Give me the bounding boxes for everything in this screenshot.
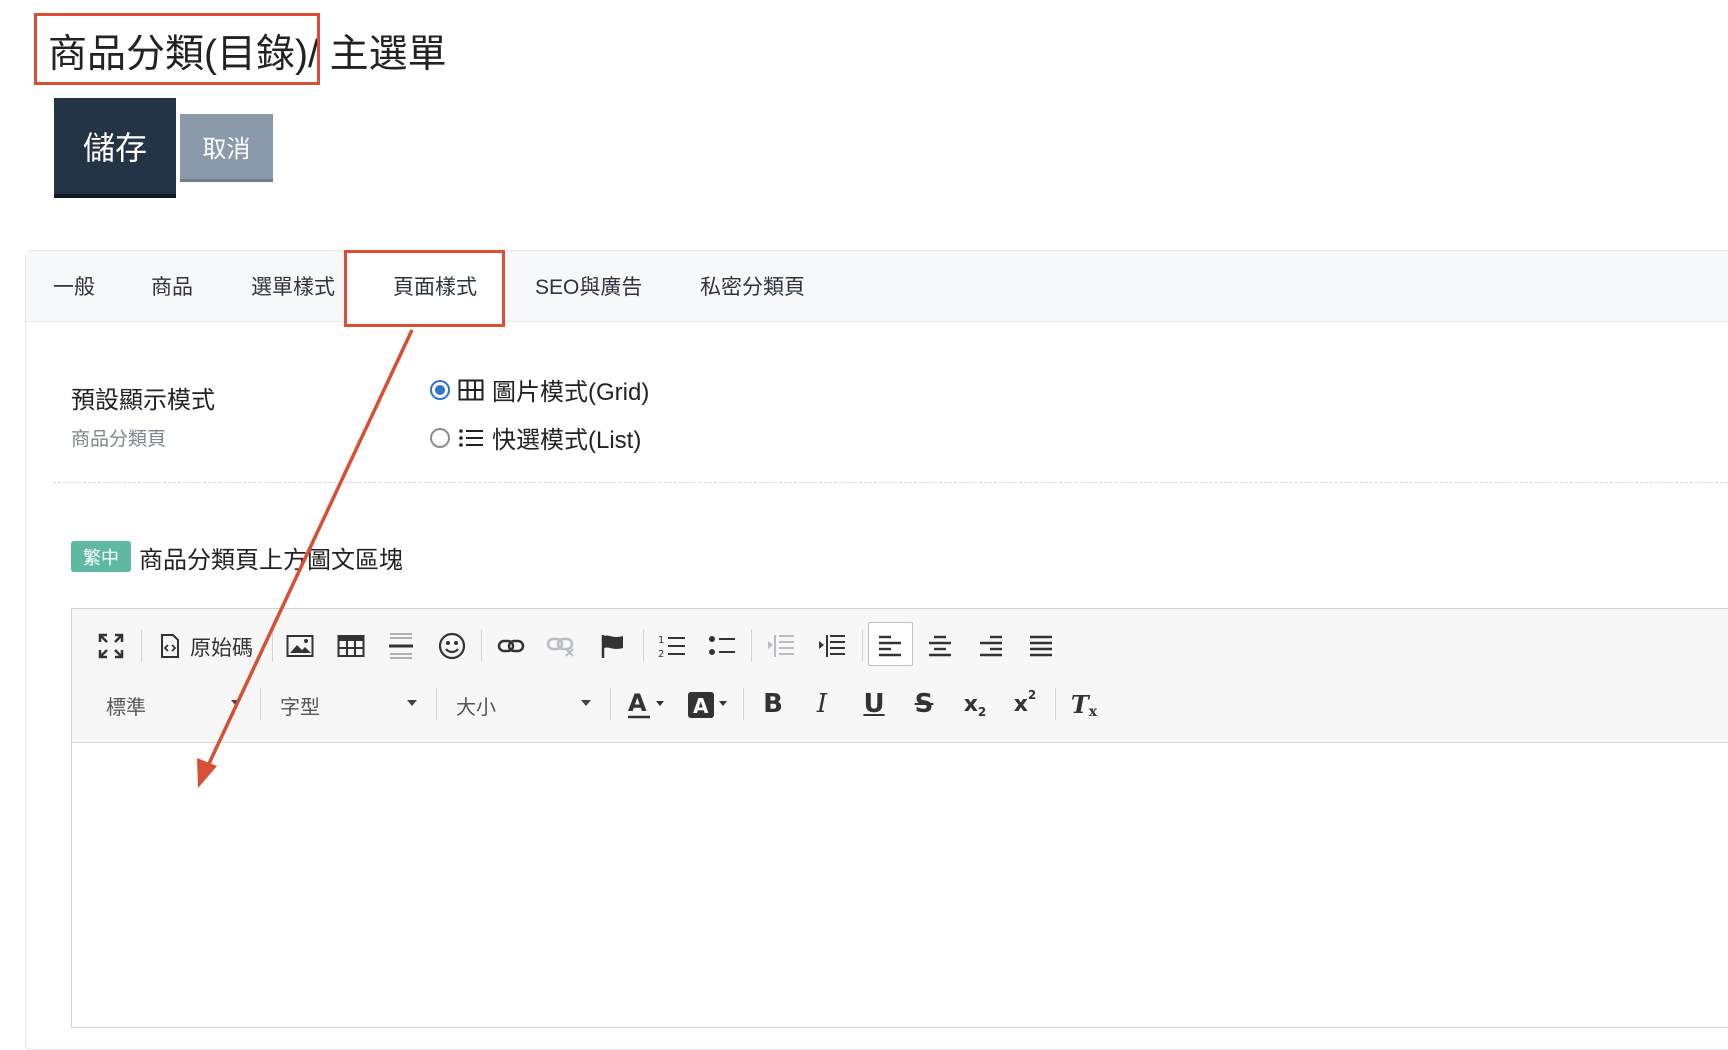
language-badge: 繁中 [71, 541, 131, 572]
chevron-down-icon [407, 700, 417, 706]
image-icon[interactable] [283, 629, 317, 663]
align-left-icon[interactable] [873, 629, 907, 663]
maximize-icon[interactable] [94, 629, 128, 663]
link-icon[interactable] [494, 629, 528, 663]
align-center-icon[interactable] [923, 629, 957, 663]
align-justify-icon[interactable] [1024, 629, 1058, 663]
indent-icon[interactable] [815, 629, 849, 663]
bulleted-list-icon[interactable] [705, 629, 739, 663]
display-option-grid-label: 圖片模式(Grid) [492, 379, 650, 406]
italic-icon[interactable]: I [804, 686, 840, 722]
outdent-icon [764, 629, 798, 663]
table-icon[interactable] [334, 629, 368, 663]
tab-seo-ads[interactable]: SEO與廣告 [535, 251, 642, 321]
cancel-button[interactable]: 取消 [180, 114, 273, 182]
list-icon [459, 428, 483, 447]
font-select[interactable]: 字型 [280, 688, 320, 722]
toolbar-separator [141, 630, 142, 662]
source-code-icon[interactable] [153, 629, 187, 663]
annotation-box-tab [344, 250, 505, 327]
align-right-icon[interactable] [974, 629, 1008, 663]
toolbar-separator [751, 630, 752, 662]
subscript-icon[interactable]: x2 [957, 686, 993, 722]
strikethrough-icon[interactable]: S [906, 686, 942, 722]
toolbar-separator [643, 630, 644, 662]
anchor-flag-icon[interactable] [596, 629, 630, 663]
section-divider [53, 482, 1728, 483]
size-select[interactable]: 大小 [456, 688, 496, 722]
toolbar-separator [436, 688, 437, 720]
toolbar-separator [743, 688, 744, 720]
display-option-list[interactable]: 快選模式(List) [430, 420, 641, 455]
text-color-icon[interactable]: A [625, 686, 669, 722]
toolbar-separator [862, 630, 863, 662]
clear-format-icon[interactable]: Tx [1066, 686, 1102, 722]
svg-text:A: A [628, 689, 647, 717]
page-title-rest: / 主選單 [307, 33, 447, 76]
superscript-icon[interactable]: x2 [1007, 686, 1043, 722]
display-mode-sublabel: 商品分類頁 [71, 429, 167, 450]
svg-text:1: 1 [658, 635, 664, 646]
horizontal-rule-icon[interactable] [384, 629, 418, 663]
toolbar-separator [260, 688, 261, 720]
toolbar-separator [1055, 688, 1056, 720]
annotation-box-title [34, 13, 320, 85]
content-block-title: 商品分類頁上方圖文區塊 [139, 547, 403, 574]
toolbar-separator [272, 630, 273, 662]
unlink-icon [544, 629, 578, 663]
grid-icon [458, 379, 484, 400]
toolbar-separator [610, 688, 611, 720]
radio-list[interactable] [430, 427, 450, 448]
display-mode-label: 預設顯示模式 [71, 387, 215, 414]
format-select[interactable]: 標準 [106, 688, 146, 722]
chevron-down-icon [231, 700, 241, 706]
display-option-grid[interactable]: 圖片模式(Grid) [430, 372, 649, 407]
tab-products[interactable]: 商品 [151, 251, 193, 321]
display-option-list-label: 快選模式(List) [492, 427, 642, 454]
background-color-icon[interactable]: A [686, 686, 730, 722]
source-code-button[interactable]: 原始碼 [190, 632, 253, 662]
save-button[interactable]: 儲存 [54, 98, 176, 198]
numbered-list-icon[interactable]: 12 [655, 629, 689, 663]
svg-text:A: A [693, 694, 709, 718]
radio-grid[interactable] [430, 379, 450, 400]
tab-private-category[interactable]: 私密分類頁 [700, 251, 805, 321]
underline-icon[interactable]: U [856, 686, 892, 722]
chevron-down-icon [581, 700, 591, 706]
bold-icon[interactable]: B [755, 686, 791, 722]
toolbar-separator [481, 630, 482, 662]
tab-menu-style[interactable]: 選單樣式 [251, 251, 335, 321]
svg-text:2: 2 [658, 649, 664, 659]
emoji-icon[interactable] [435, 629, 469, 663]
tab-general[interactable]: 一般 [53, 251, 95, 321]
